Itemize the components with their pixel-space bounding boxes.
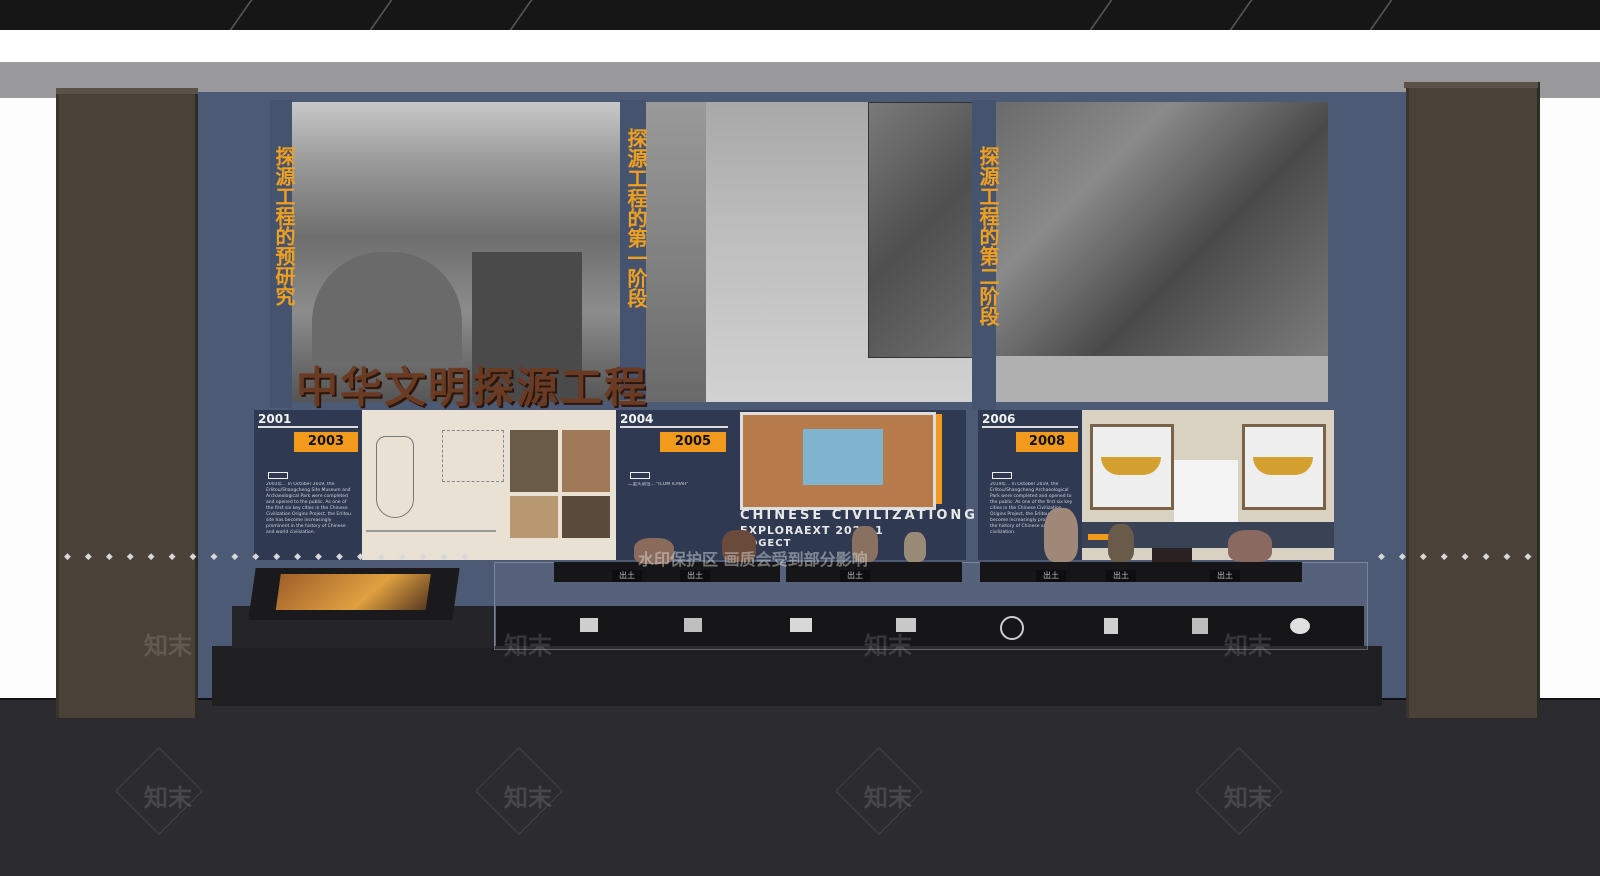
ceiling bbox=[0, 0, 1600, 30]
vertical-title-right: 探源工程的第二阶段 bbox=[976, 146, 1000, 326]
touch-screen-frame[interactable] bbox=[248, 568, 460, 620]
watermark-brand: 知末 bbox=[1224, 632, 1272, 660]
watermark-brand: 知末 bbox=[504, 632, 552, 660]
ceiling-stripe bbox=[229, 0, 253, 30]
quote-icon bbox=[268, 472, 288, 479]
artifact-pig-vessel[interactable] bbox=[1228, 530, 1272, 562]
site-plan-pool bbox=[803, 429, 883, 485]
artifact-fragment[interactable] bbox=[1192, 618, 1208, 634]
artifact-drawing-panel bbox=[362, 410, 616, 560]
year-panel-2: 2004 2005 二里头遗址... "ICOM ICMAH" bbox=[616, 410, 732, 560]
artifact-fragment[interactable] bbox=[580, 618, 598, 632]
column-cap bbox=[56, 88, 198, 94]
watermark-brand: 知末 bbox=[144, 632, 192, 660]
year-start: 2001 bbox=[258, 412, 292, 426]
site-plan-image bbox=[740, 412, 936, 510]
column-left bbox=[56, 88, 198, 718]
artifact-tile[interactable] bbox=[1152, 548, 1192, 562]
artifact-fragment[interactable] bbox=[790, 618, 812, 632]
caption-line bbox=[366, 530, 496, 532]
strata-curve bbox=[1253, 457, 1313, 475]
ceiling-stripe bbox=[1369, 0, 1393, 30]
pot-photo bbox=[562, 496, 610, 538]
artifact-fragment[interactable] bbox=[1104, 618, 1118, 634]
artifact-disc[interactable] bbox=[1000, 616, 1024, 640]
ceiling-stripe bbox=[369, 0, 393, 30]
strata-chart-left bbox=[1090, 424, 1174, 510]
artifact-label: 出土 bbox=[1106, 570, 1136, 582]
accent-bar bbox=[936, 414, 942, 504]
artifact-label: 出土 bbox=[1036, 570, 1066, 582]
side-wall-right bbox=[1540, 98, 1600, 698]
column-right bbox=[1406, 82, 1540, 718]
display-base bbox=[212, 646, 1382, 706]
english-banner-line1: CHINESE CIVILIZATIONG bbox=[740, 508, 978, 523]
map-card bbox=[1174, 460, 1238, 522]
touch-screen-image bbox=[275, 574, 431, 610]
timeline-line bbox=[620, 426, 728, 428]
year-start: 2006 bbox=[982, 412, 1016, 426]
artifact-disc[interactable] bbox=[1290, 618, 1310, 634]
diamond-pattern-right: ◆◆◆◆◆◆◆◆ bbox=[1378, 552, 1546, 562]
timeline-line bbox=[982, 426, 1078, 428]
artifact-label: 出土 bbox=[840, 570, 870, 582]
quote-icon bbox=[992, 472, 1012, 479]
ceiling-stripe bbox=[509, 0, 533, 30]
aerial-photo-lower bbox=[996, 356, 1328, 402]
artifact-shelf bbox=[980, 562, 1302, 582]
ceiling-stripe bbox=[1229, 0, 1253, 30]
year-end-box: 2003 bbox=[294, 432, 358, 452]
timeline-line bbox=[258, 426, 358, 428]
bowl-photo bbox=[510, 496, 558, 538]
shard-sketch-icon bbox=[442, 430, 504, 482]
year-panel-1: 2001 2003 2001年... In October 2019, the … bbox=[254, 410, 362, 560]
year-end-box: 2008 bbox=[1016, 432, 1078, 452]
ceiling-stripe bbox=[1089, 0, 1113, 30]
column-cap bbox=[1404, 82, 1538, 88]
watermark-notice: 水印保护区 画质会受到部分影响 bbox=[638, 550, 868, 569]
floor bbox=[0, 698, 1600, 876]
side-wall-left bbox=[0, 98, 60, 698]
artifact-fragment[interactable] bbox=[684, 618, 702, 632]
artifact-bottle[interactable] bbox=[1108, 524, 1134, 562]
panel-body-text: 2001年... In October 2019, the Erlitou/Sh… bbox=[266, 482, 351, 535]
artifact-label: 出土 bbox=[1210, 570, 1240, 582]
aerial-photo-small bbox=[868, 102, 974, 358]
artifact-label: 出土 bbox=[680, 570, 710, 582]
year-start: 2004 bbox=[620, 412, 654, 426]
quote-icon bbox=[630, 472, 650, 479]
vertical-title-left: 探源工程的预研究 bbox=[272, 146, 296, 306]
aerial-photo-large bbox=[996, 102, 1328, 356]
diamond-pattern-left: ◆◆◆◆◆◆◆◆◆◆◆◆◆◆◆◆◆◆◆◆ bbox=[64, 552, 483, 562]
exhibition-title: 中华文明探源工程 bbox=[296, 363, 649, 412]
jar-photo bbox=[562, 430, 610, 492]
artifact-flask[interactable] bbox=[1044, 508, 1078, 562]
year-end-box: 2005 bbox=[660, 432, 726, 452]
artifact-vessel[interactable] bbox=[904, 532, 926, 562]
watermark-brand: 知末 bbox=[864, 632, 912, 660]
artifact-label: 出土 bbox=[612, 570, 642, 582]
excavation-arch bbox=[312, 252, 462, 362]
tripod-vessel-photo bbox=[510, 430, 558, 492]
site-plan-panel: CHINESE CIVILIZATIONG EXPLORAEXT 2020.1 … bbox=[732, 410, 975, 560]
vertical-title-middle: 探源工程的第一阶段 bbox=[624, 128, 648, 308]
pottery-sketch-icon bbox=[376, 436, 414, 518]
strata-curve bbox=[1101, 457, 1161, 475]
ceiling-light-band bbox=[0, 30, 1600, 63]
strata-chart-right bbox=[1242, 424, 1326, 510]
